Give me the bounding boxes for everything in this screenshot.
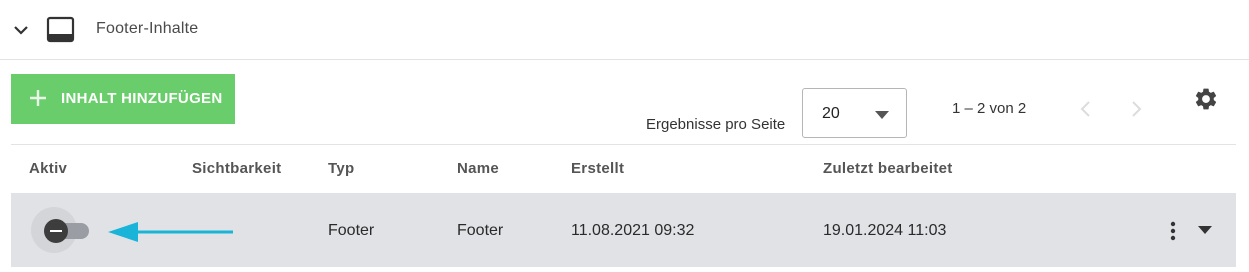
results-per-page-label: Ergebnisse pro Seite: [646, 116, 786, 133]
results-per-page-value: 20: [822, 105, 840, 122]
minus-icon: [50, 230, 62, 232]
cell-modified: 19.01.2024 11:03: [823, 222, 947, 239]
pagination-range: 1 – 2 von 2: [952, 100, 1027, 117]
caret-down-icon: [875, 111, 889, 119]
column-header-active[interactable]: Aktiv: [29, 160, 67, 177]
toolbar-divider: [11, 144, 1236, 145]
window-icon: [46, 16, 75, 43]
column-header-modified[interactable]: Zuletzt bearbeitet: [823, 160, 953, 177]
column-header-created[interactable]: Erstellt: [571, 160, 624, 177]
table-row[interactable]: Footer Footer 11.08.2021 09:32 19.01.202…: [11, 193, 1236, 267]
results-per-page-select[interactable]: 20: [802, 88, 907, 138]
column-header-name[interactable]: Name: [457, 160, 499, 177]
plus-icon: [30, 90, 46, 106]
next-page-icon[interactable]: [1128, 100, 1144, 118]
section-header[interactable]: Footer-Inhalte: [0, 0, 1249, 60]
gear-icon[interactable]: [1193, 86, 1219, 112]
previous-page-icon[interactable]: [1078, 100, 1094, 118]
annotation-arrow-icon: [108, 222, 233, 242]
column-header-visibility[interactable]: Sichtbarkeit: [192, 160, 281, 177]
cell-type: Footer: [328, 222, 375, 239]
cell-name: Footer: [457, 222, 504, 239]
expand-row-icon[interactable]: [1198, 226, 1212, 234]
add-content-label: INHALT HINZUFÜGEN: [61, 90, 223, 107]
cell-created: 11.08.2021 09:32: [571, 222, 695, 239]
more-vertical-icon[interactable]: [1168, 221, 1178, 241]
add-content-button[interactable]: INHALT HINZUFÜGEN: [11, 74, 235, 124]
section-title: Footer-Inhalte: [96, 20, 199, 37]
column-header-type[interactable]: Typ: [328, 160, 354, 177]
chevron-down-icon[interactable]: [12, 21, 30, 39]
active-toggle-knob[interactable]: [44, 219, 68, 243]
